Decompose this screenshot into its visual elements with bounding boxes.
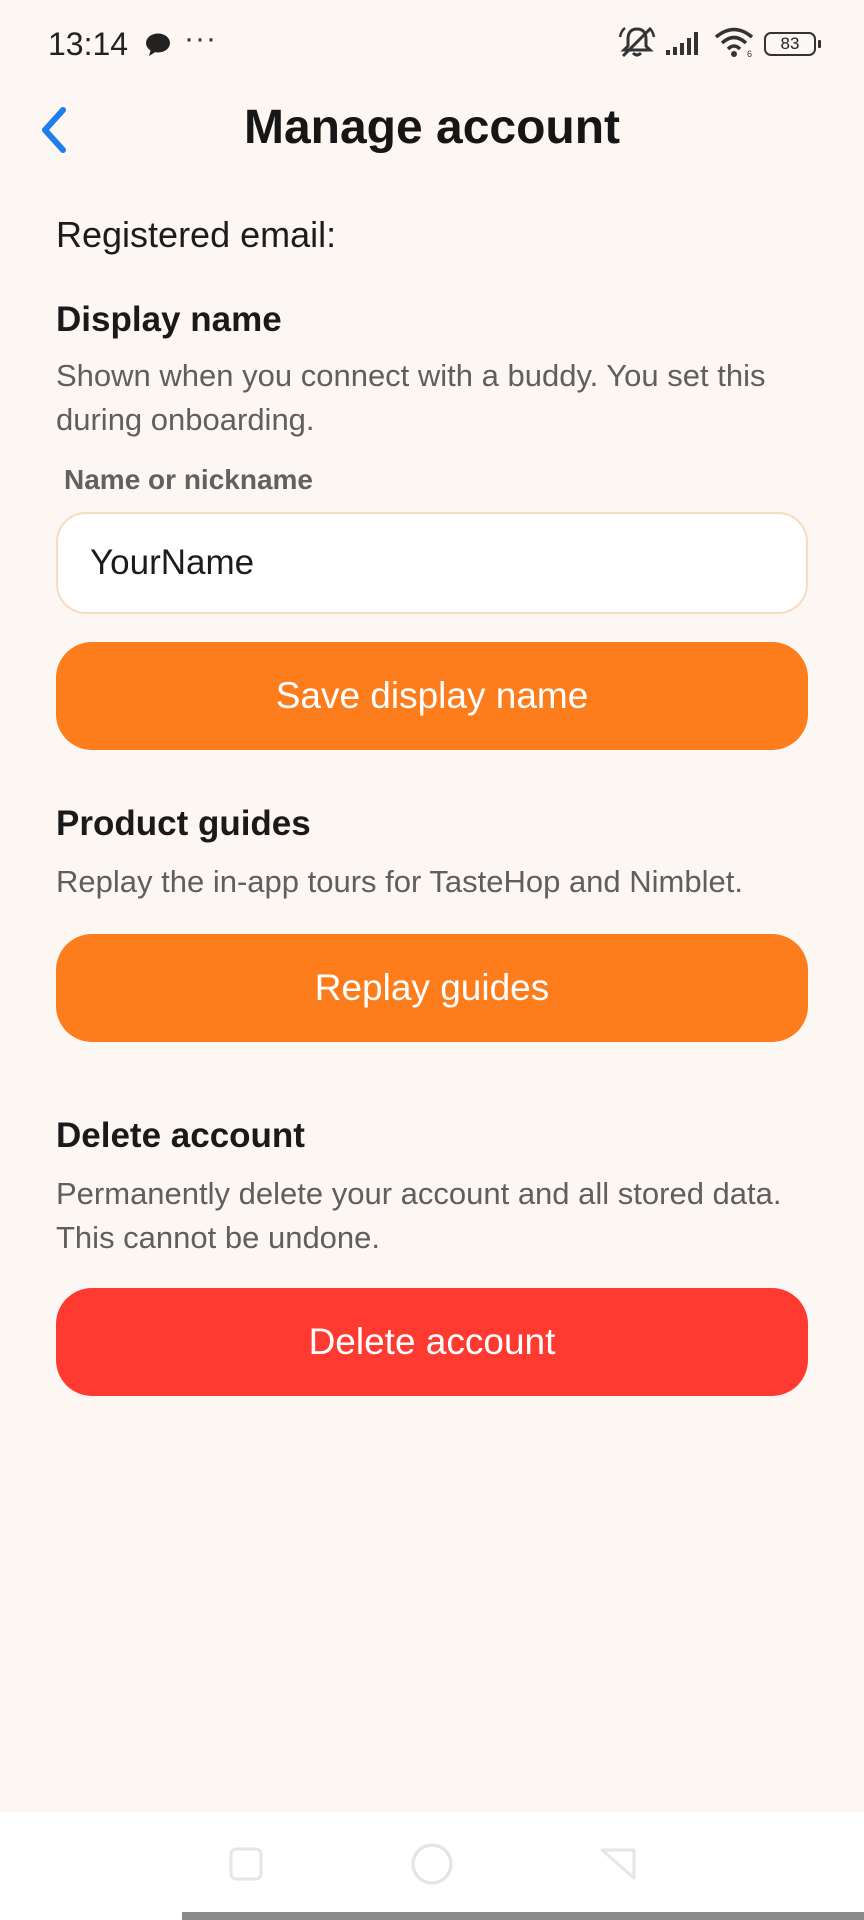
home-button[interactable]: [408, 1842, 456, 1890]
delete-account-description: Permanently delete your account and all …: [56, 1176, 782, 1255]
delete-account-title: Delete account: [56, 1116, 305, 1155]
registered-email-label: Registered email:: [56, 214, 337, 255]
delete-account-section: Delete account Permanently delete your a…: [56, 1116, 808, 1396]
back-triangle-icon: [598, 1846, 638, 1887]
bell-muted-icon: [618, 25, 656, 64]
recent-apps-icon: [228, 1846, 264, 1887]
status-icons: 6 83: [618, 25, 821, 64]
app-header: Manage account: [0, 90, 864, 180]
name-field-label: Name or nickname: [64, 464, 313, 495]
delete-account-button[interactable]: Delete account: [56, 1288, 808, 1396]
wifi-icon: 6: [714, 26, 754, 63]
save-display-name-button[interactable]: Save display name: [56, 642, 808, 750]
display-name-description: Shown when you connect with a buddy. You…: [56, 358, 766, 437]
display-name-input[interactable]: [56, 512, 808, 614]
product-guides-section: Product guides Replay the in-app tours f…: [56, 804, 808, 1042]
recent-apps-button[interactable]: [222, 1842, 270, 1890]
replay-guides-button[interactable]: Replay guides: [56, 934, 808, 1042]
home-indicator: [182, 1912, 864, 1920]
status-bar: 13:14 ··· 6 83: [0, 0, 864, 90]
chat-bubble-icon: [144, 32, 172, 58]
display-name-section: Display name Shown when you connect with…: [56, 300, 808, 750]
product-guides-title: Product guides: [56, 804, 311, 843]
system-nav-bar: [0, 1812, 864, 1920]
product-guides-description: Replay the in-app tours for TasteHop and…: [56, 864, 743, 899]
home-icon: [409, 1841, 455, 1892]
cellular-signal-icon: [666, 28, 704, 61]
display-name-title: Display name: [56, 300, 282, 339]
back-nav-button[interactable]: [594, 1842, 642, 1890]
svg-text:6: 6: [747, 49, 752, 58]
more-dots-icon: ···: [184, 22, 217, 55]
status-time: 13:14: [48, 26, 129, 62]
battery-icon: 83: [764, 32, 821, 56]
page-title: Manage account: [243, 101, 621, 154]
account-content: Registered email: Display name Shown whe…: [56, 210, 808, 1396]
